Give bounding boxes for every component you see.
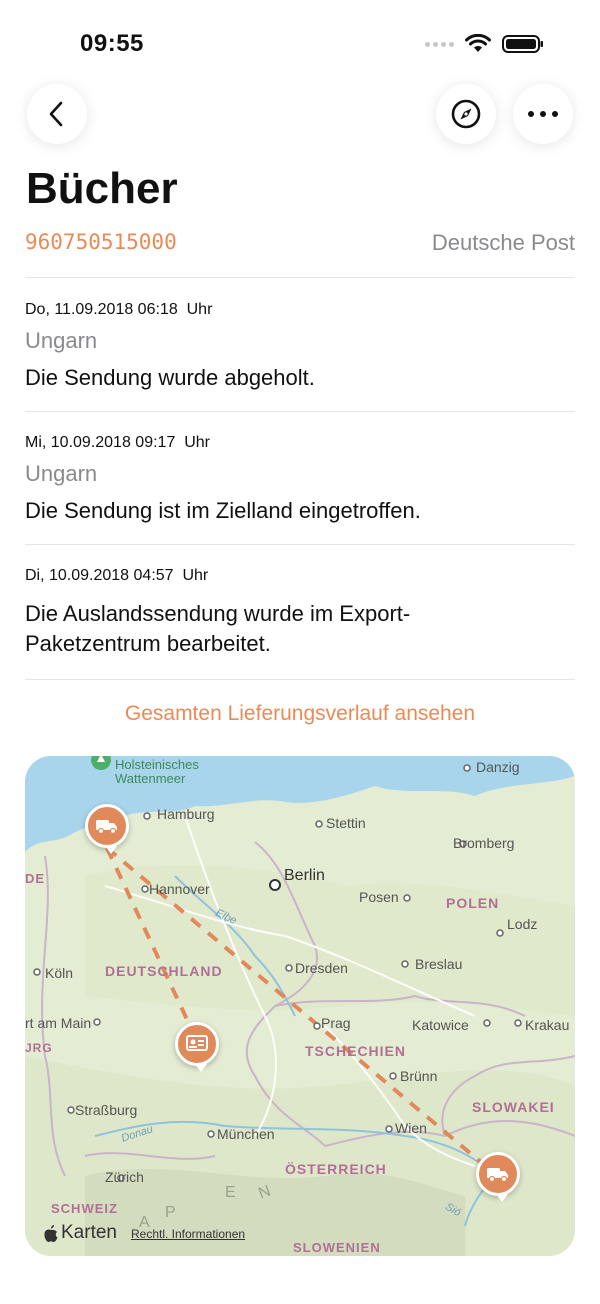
shipment-pin[interactable] bbox=[476, 1152, 520, 1202]
map-park-label: Holsteinisches Wattenmeer bbox=[115, 757, 199, 786]
map-city-label: Hamburg bbox=[157, 806, 215, 822]
map-mountain-label: E bbox=[225, 1184, 236, 1201]
map-country-label: POLEN bbox=[446, 895, 500, 911]
event-description: Die Sendung wurde abgeholt. bbox=[25, 365, 315, 390]
compass-icon bbox=[451, 99, 481, 129]
legal-info-link[interactable]: Rechtl. Informationen bbox=[131, 1227, 245, 1244]
map-city-label: Katowice bbox=[412, 1017, 469, 1033]
truck-icon bbox=[96, 820, 117, 835]
full-history-link[interactable]: Gesamten Lieferungsverlauf ansehen bbox=[0, 702, 600, 726]
map-country-label: SLOWENIEN bbox=[293, 1240, 381, 1255]
map-country-label: SCHWEIZ bbox=[51, 1201, 118, 1216]
divider bbox=[25, 544, 575, 545]
map-city-label: Breslau bbox=[415, 956, 463, 972]
map-country-label: ÖSTERREICH bbox=[285, 1161, 387, 1177]
tracking-event: Mi, 10.09.2018 09:17 Uhr Ungarn Die Send… bbox=[25, 434, 575, 526]
map-city-label-partial: rt am Main bbox=[25, 1015, 92, 1031]
map-attribution: Karten Rechtl. Informationen bbox=[43, 1222, 245, 1244]
map-city-label: Posen bbox=[359, 889, 399, 905]
truck-icon bbox=[487, 1168, 508, 1183]
tracking-number[interactable]: 960750515000 bbox=[25, 230, 177, 254]
compass-button[interactable] bbox=[436, 84, 496, 144]
battery-icon bbox=[502, 35, 543, 53]
divider bbox=[25, 679, 575, 680]
map-city-label: Straßburg bbox=[75, 1102, 138, 1118]
wifi-icon bbox=[465, 34, 491, 52]
divider bbox=[25, 411, 575, 412]
event-location: Ungarn bbox=[25, 328, 98, 353]
status-bar: 09:55 bbox=[0, 0, 600, 90]
event-description: Die Auslandssendung wurde im Export- Pak… bbox=[25, 601, 411, 656]
cellular-signal-icon bbox=[425, 41, 454, 47]
back-button[interactable] bbox=[27, 84, 87, 144]
map-city-label: Krakau bbox=[525, 1017, 570, 1033]
map-country-label: DEUTSCHLAND bbox=[105, 963, 223, 979]
map-country-label: SLOWAKEI bbox=[472, 1099, 555, 1115]
apple-logo-icon bbox=[44, 1224, 58, 1242]
map-city-label: Stettin bbox=[326, 815, 366, 831]
status-time: 09:55 bbox=[80, 30, 144, 57]
map-city-label: Köln bbox=[45, 965, 74, 981]
event-date: Mi, 10.09.2018 09:17 Uhr bbox=[25, 434, 211, 451]
map-city-label: Danzig bbox=[476, 759, 520, 775]
map-country-label-partial: JRG bbox=[25, 1041, 53, 1055]
delivery-route-map[interactable]: Holsteinisches Wattenmeer Elbe Donau Sió… bbox=[25, 756, 575, 1256]
map-city-label: Wien bbox=[395, 1120, 427, 1136]
map-mountain-label: P bbox=[165, 1204, 176, 1221]
map-city-label: Brünn bbox=[400, 1068, 438, 1084]
shipment-pin[interactable] bbox=[175, 1022, 219, 1072]
map-city-label: Berlin bbox=[284, 867, 325, 884]
shipment-pin[interactable] bbox=[85, 804, 129, 854]
map-city-label: Prag bbox=[321, 1015, 351, 1031]
map-brand: Karten bbox=[43, 1222, 117, 1244]
map-country-label: TSCHECHIEN bbox=[305, 1043, 407, 1059]
divider bbox=[25, 277, 575, 278]
ellipsis-icon bbox=[528, 111, 558, 117]
event-date: Di, 10.09.2018 04:57 Uhr bbox=[25, 567, 209, 584]
map-city-label: Bromberg bbox=[453, 835, 515, 851]
map-brand-label: Karten bbox=[61, 1222, 117, 1243]
map-city-label: München bbox=[217, 1126, 275, 1142]
carrier-name: Deutsche Post bbox=[431, 230, 575, 255]
tracking-event: Do, 11.09.2018 06:18 Uhr Ungarn Die Send… bbox=[25, 301, 575, 393]
more-button[interactable] bbox=[513, 84, 573, 144]
customs-icon bbox=[186, 1035, 208, 1051]
map-city-label: Lodz bbox=[507, 916, 538, 932]
event-date: Do, 11.09.2018 06:18 Uhr bbox=[25, 301, 213, 318]
tracking-event: Di, 10.09.2018 04:57 Uhr Die Auslandssen… bbox=[25, 567, 575, 659]
map-city-label: Zürich bbox=[105, 1169, 144, 1185]
map-city-label: Dresden bbox=[295, 960, 348, 976]
shipment-title: Bücher bbox=[26, 164, 178, 213]
chevron-left-icon bbox=[49, 101, 63, 127]
map-country-label-partial: DE bbox=[25, 871, 46, 886]
event-description: Die Sendung ist im Zielland eingetroffen… bbox=[25, 498, 421, 523]
map-city-label: Hannover bbox=[149, 881, 210, 897]
status-icons bbox=[425, 34, 544, 54]
event-location: Ungarn bbox=[25, 461, 98, 486]
